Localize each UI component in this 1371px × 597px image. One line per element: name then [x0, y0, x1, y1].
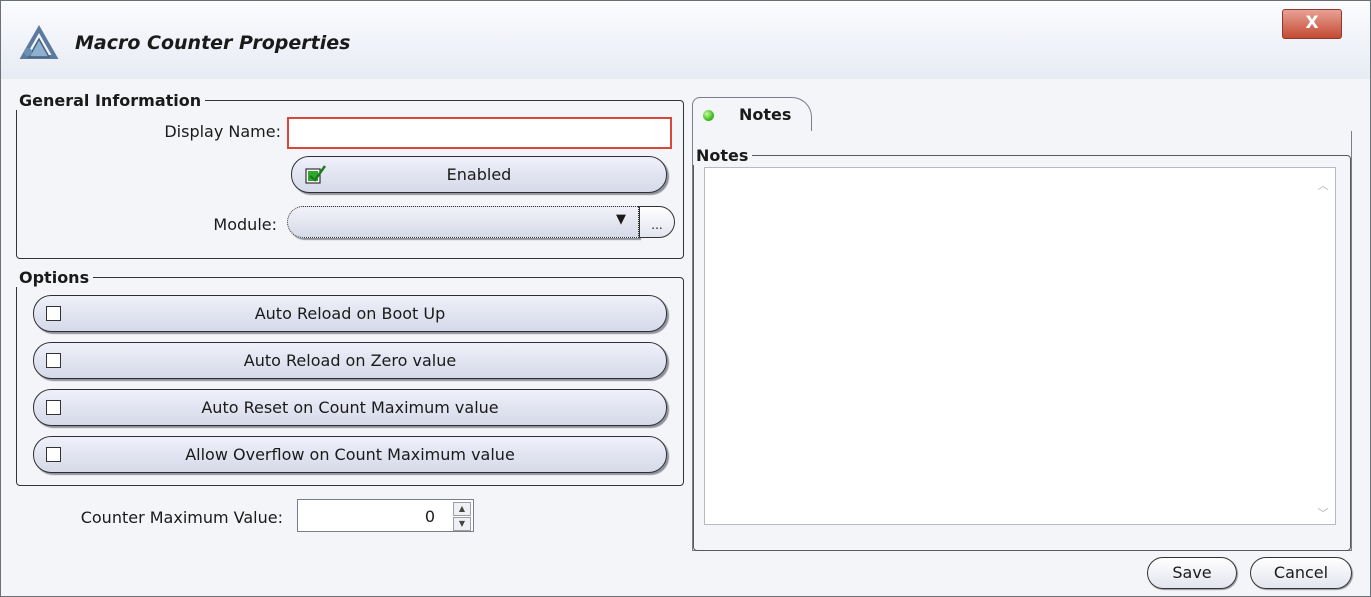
- decrement-icon[interactable]: ▼: [453, 517, 471, 531]
- counter-maximum-label: Counter Maximum Value:: [80, 508, 283, 527]
- auto-reset-max-toggle[interactable]: Auto Reset on Count Maximum value: [33, 389, 667, 426]
- display-name-field[interactable]: [287, 117, 672, 149]
- allow-overflow-toggle[interactable]: Allow Overflow on Count Maximum value: [33, 436, 667, 473]
- auto-reload-boot-toggle[interactable]: Auto Reload on Boot Up: [33, 295, 667, 332]
- title-bar: Macro Counter Properties X: [1, 1, 1370, 79]
- increment-icon[interactable]: ▲: [453, 502, 471, 516]
- status-dot-icon: [703, 110, 714, 121]
- tab-notes[interactable]: Notes: [692, 97, 812, 132]
- save-button[interactable]: Save: [1147, 557, 1237, 589]
- tab-notes-label: Notes: [739, 105, 792, 124]
- enabled-label: Enabled: [446, 165, 512, 184]
- scroll-down-icon[interactable]: ﹀: [1317, 505, 1329, 520]
- enabled-toggle[interactable]: Enabled: [291, 156, 667, 193]
- window-title: Macro Counter Properties: [75, 32, 351, 54]
- module-browse-button[interactable]: ...: [639, 206, 675, 238]
- stepper-buttons: ▲ ▼: [453, 502, 471, 531]
- option-label: Allow Overflow on Count Maximum value: [185, 445, 515, 464]
- counter-maximum-stepper[interactable]: 0 ▲ ▼: [297, 499, 474, 532]
- options-legend: Options: [19, 268, 90, 287]
- macro-counter-properties-window: Macro Counter Properties X General Infor…: [0, 0, 1371, 597]
- general-information-legend: General Information: [19, 91, 202, 110]
- macro-triangle-icon: [19, 24, 59, 59]
- module-label: Module:: [213, 215, 277, 234]
- notes-textarea[interactable]: [704, 167, 1336, 525]
- option-label: Auto Reload on Zero value: [243, 351, 457, 370]
- close-button[interactable]: X: [1282, 9, 1342, 39]
- auto-reload-zero-toggle[interactable]: Auto Reload on Zero value: [33, 342, 667, 379]
- notes-legend: Notes: [696, 146, 749, 165]
- cancel-button[interactable]: Cancel: [1250, 557, 1352, 589]
- option-label: Auto Reload on Boot Up: [254, 304, 446, 323]
- option-label: Auto Reset on Count Maximum value: [201, 398, 499, 417]
- scroll-up-icon[interactable]: ︿: [1317, 177, 1329, 192]
- module-dropdown[interactable]: ▼: [287, 206, 639, 238]
- caret-down-icon: ▼: [616, 212, 626, 227]
- display-name-label: Display Name:: [164, 122, 281, 141]
- counter-maximum-value: 0: [424, 507, 435, 526]
